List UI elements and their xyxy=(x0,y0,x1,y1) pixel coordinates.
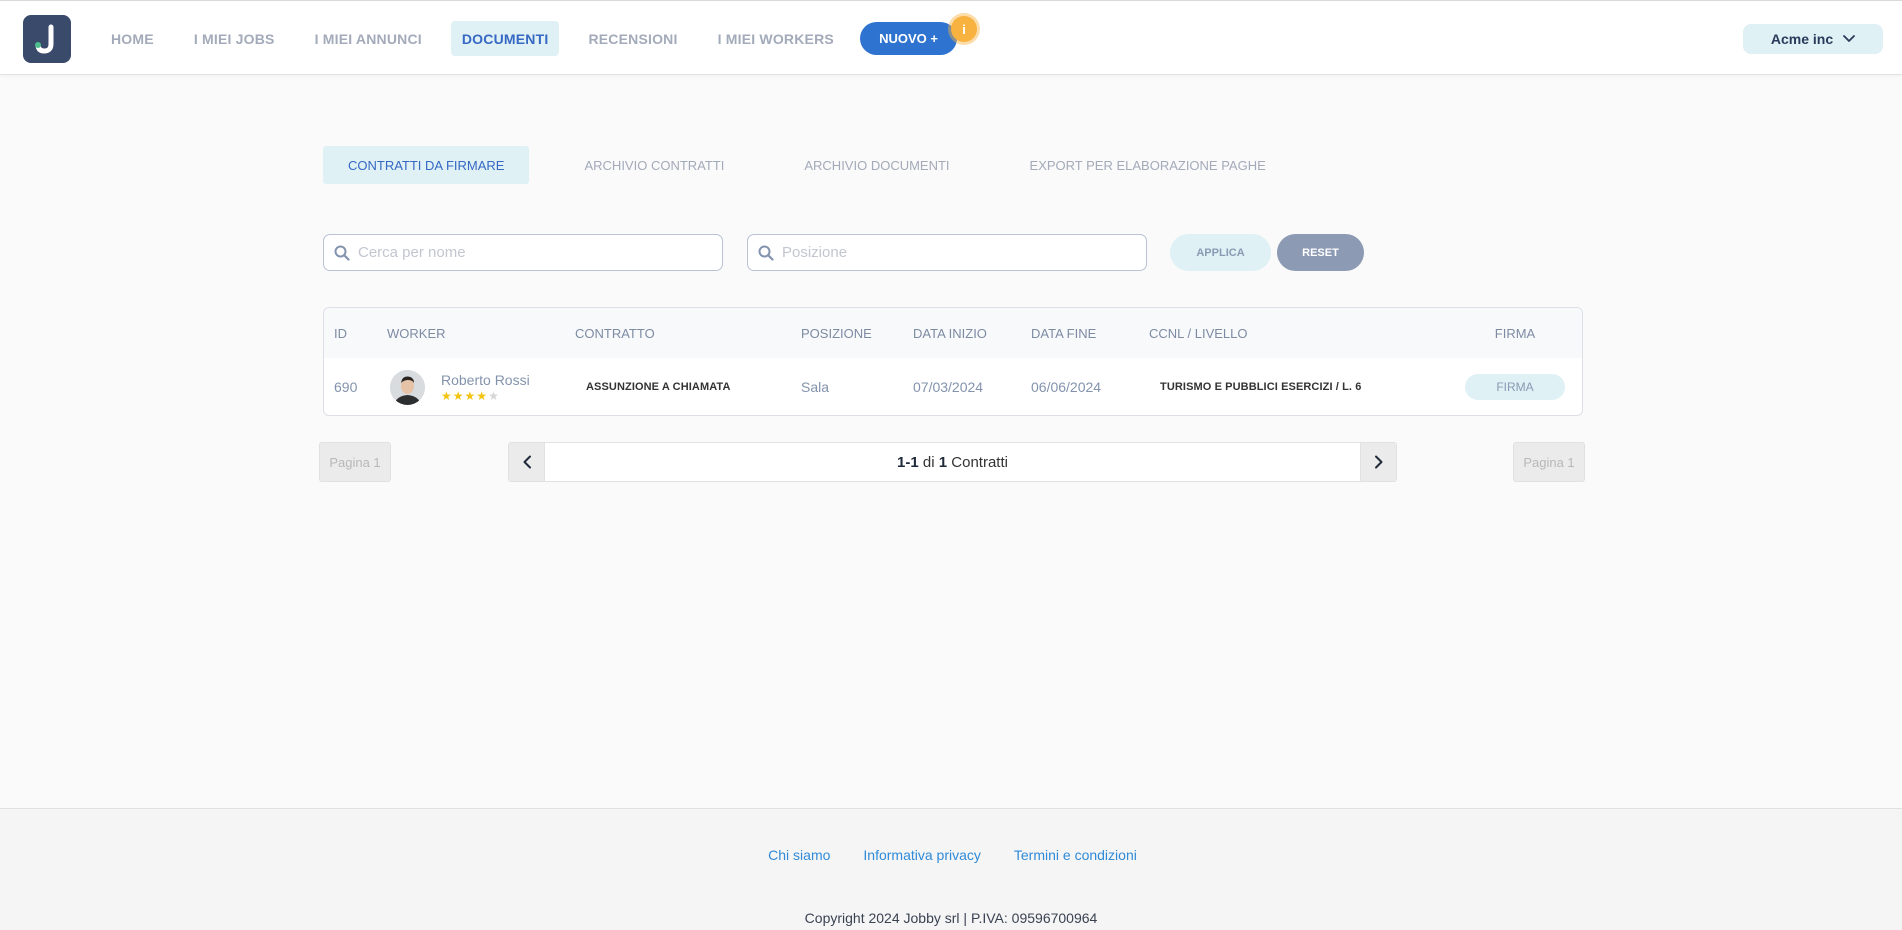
worker-info: Roberto Rossi ★ ★ ★ ★ ★ xyxy=(441,372,530,402)
notification-badge[interactable]: i xyxy=(951,16,977,42)
cell-data-inizio: 07/03/2024 xyxy=(913,379,984,395)
star-filled-icon: ★ xyxy=(464,389,476,403)
tab-archivio-contratti[interactable]: ARCHIVIO CONTRATTI xyxy=(559,146,749,184)
search-icon xyxy=(758,245,774,261)
star-filled-icon: ★ xyxy=(441,389,452,403)
star-filled-icon: ★ xyxy=(452,389,464,403)
chevron-left-icon xyxy=(523,455,531,469)
pagination-range: 1-1 xyxy=(897,453,919,471)
worker-avatar[interactable] xyxy=(390,369,425,405)
search-position-input[interactable] xyxy=(782,244,1122,261)
footer-link-privacy[interactable]: Informativa privacy xyxy=(863,847,980,863)
search-icon xyxy=(334,245,350,261)
contracts-table: ID WORKER CONTRATTO POSIZIONE DATA INIZI… xyxy=(323,307,1583,416)
column-header-contratto: CONTRATTO xyxy=(575,325,655,341)
pagination-bar: 1-1 di 1 Contratti xyxy=(508,442,1397,482)
worker-photo-icon xyxy=(390,369,425,405)
nav-recensioni[interactable]: RECENSIONI xyxy=(577,21,688,56)
star-empty-icon: ★ xyxy=(488,389,499,403)
tab-contratti-da-firmare[interactable]: CONTRATTI DA FIRMARE xyxy=(323,146,530,184)
chevron-down-icon xyxy=(1843,35,1856,42)
search-position-field[interactable] xyxy=(747,234,1147,271)
nav-documenti[interactable]: DOCUMENTI xyxy=(450,21,560,56)
column-header-data-fine: DATA FINE xyxy=(1031,325,1097,341)
top-navbar: HOME I MIEI JOBS I MIEI ANNUNCI DOCUMENT… xyxy=(0,0,1902,75)
worker-rating: ★ ★ ★ ★ ★ xyxy=(441,390,530,402)
star-filled-icon: ★ xyxy=(476,389,488,403)
table-row[interactable]: 690 Roberto Rossi ★ ★ ★ ★ ★ ASSUNZIONE A CHI… xyxy=(324,358,1582,415)
cell-worker: Roberto Rossi ★ ★ ★ ★ ★ xyxy=(387,358,530,415)
cell-contratto: ASSUNZIONE A CHIAMATA xyxy=(586,381,731,393)
document-tabs: CONTRATTI DA FIRMARE ARCHIVIO CONTRATTI … xyxy=(323,146,1291,184)
pagination-of: di xyxy=(922,453,935,471)
pagination-summary: 1-1 di 1 Contratti xyxy=(545,443,1360,481)
account-name: Acme inc xyxy=(1770,31,1834,47)
cell-firma: FIRMA xyxy=(1465,358,1565,415)
next-page-button[interactable] xyxy=(1360,443,1396,481)
cell-posizione: Sala xyxy=(801,379,830,395)
column-header-ccnl: CCNL / LIVELLO xyxy=(1149,325,1248,341)
copyright-text: Copyright 2024 Jobby srl | P.IVA: 095967… xyxy=(804,910,1098,926)
table-header: ID WORKER CONTRATTO POSIZIONE DATA INIZI… xyxy=(324,308,1582,358)
previous-page-button[interactable] xyxy=(509,443,545,481)
nav-i-miei-annunci[interactable]: I MIEI ANNUNCI xyxy=(304,21,433,56)
column-header-id: ID xyxy=(334,325,347,341)
footer-links: Chi siamo Informativa privacy Termini e … xyxy=(0,847,1902,863)
jobby-logo[interactable] xyxy=(23,15,71,63)
search-name-field[interactable] xyxy=(323,234,723,271)
column-header-data-inizio: DATA INIZIO xyxy=(913,325,987,341)
reset-filters-button[interactable]: RESET xyxy=(1277,234,1364,271)
page-indicator-right: Pagina 1 xyxy=(1513,442,1585,482)
nav-i-miei-jobs[interactable]: I MIEI JOBS xyxy=(183,21,286,56)
main-nav: HOME I MIEI JOBS I MIEI ANNUNCI DOCUMENT… xyxy=(100,21,863,56)
pagination-unit: Contratti xyxy=(951,453,1008,471)
chevron-right-icon xyxy=(1374,455,1382,469)
column-header-posizione: POSIZIONE xyxy=(801,325,872,341)
column-header-firma: FIRMA xyxy=(1494,325,1536,341)
cell-id: 690 xyxy=(334,379,358,395)
apply-filters-button[interactable]: APPLICA xyxy=(1170,234,1271,271)
pagination-total: 1 xyxy=(938,453,948,471)
search-name-input[interactable] xyxy=(358,244,698,261)
nav-home[interactable]: HOME xyxy=(100,21,165,56)
footer-link-chi-siamo[interactable]: Chi siamo xyxy=(768,847,830,863)
worker-name[interactable]: Roberto Rossi xyxy=(441,372,530,388)
page-indicator-left: Pagina 1 xyxy=(319,442,391,482)
footer-link-termini[interactable]: Termini e condizioni xyxy=(1014,847,1137,863)
account-dropdown[interactable]: Acme inc xyxy=(1743,24,1883,54)
tab-archivio-documenti[interactable]: ARCHIVIO DOCUMENTI xyxy=(779,146,974,184)
footer: Chi siamo Informativa privacy Termini e … xyxy=(0,808,1902,930)
nav-i-miei-workers[interactable]: I MIEI WORKERS xyxy=(707,21,845,56)
column-header-worker: WORKER xyxy=(387,325,446,341)
logo-j-icon xyxy=(35,24,54,54)
nuovo-button[interactable]: NUOVO + xyxy=(860,22,957,55)
cell-ccnl: TURISMO E PUBBLICI ESERCIZI / L. 6 xyxy=(1160,381,1362,393)
tab-export-paghe[interactable]: EXPORT PER ELABORAZIONE PAGHE xyxy=(1005,146,1291,184)
cell-data-fine: 06/06/2024 xyxy=(1031,379,1102,395)
firma-button[interactable]: FIRMA xyxy=(1465,374,1565,400)
